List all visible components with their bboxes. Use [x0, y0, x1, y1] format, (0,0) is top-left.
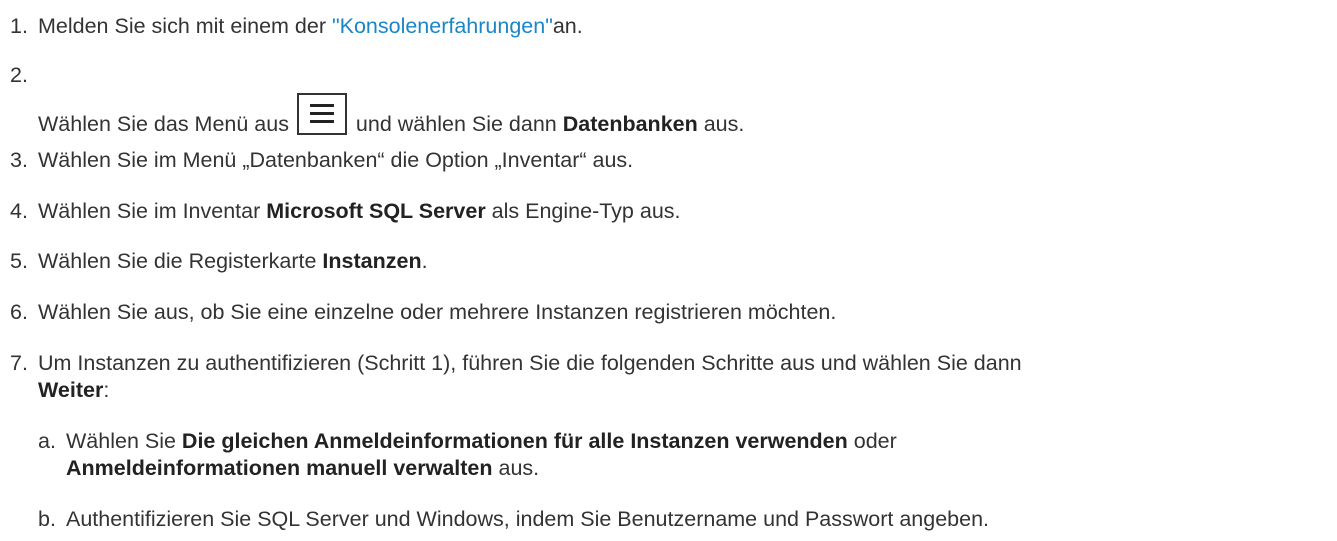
step-7: 7. Um Instanzen zu authentifizieren (Schr… [10, 350, 1022, 376]
step-text: als Engine-Typ aus. [485, 199, 681, 223]
step-number: 7. [10, 351, 28, 375]
step-text: . [421, 249, 428, 273]
substep-bold-text: Anmeldeinformationen manuell verwalten [66, 456, 493, 480]
console-experiences-link[interactable]: "Konsolenerfahrungen" [332, 14, 553, 38]
step-6: 6. Wählen Sie aus, ob Sie eine einzelne o… [10, 299, 836, 325]
step-text: : [103, 378, 110, 402]
step-bold-text: Datenbanken [562, 112, 698, 136]
substep-a: a. Wählen Sie Die gleichen Anmeldeinforma… [38, 428, 897, 454]
step-number: 5. [10, 249, 28, 273]
step-text: aus. [697, 112, 745, 136]
substep-bold-text: Die gleichen Anmeldeinformationen für al… [181, 429, 848, 453]
substep-b: b. Authentifizieren Sie SQL Server und Wi… [38, 506, 989, 532]
step-7-continued: Weiter: [10, 377, 109, 403]
substep-number: b. [38, 507, 56, 531]
step-number: 4. [10, 199, 28, 223]
substep-text: aus. [492, 456, 540, 480]
step-bold-text: Weiter [38, 378, 104, 402]
step-number: 1. [10, 14, 28, 38]
hamburger-menu-icon [296, 93, 347, 135]
substep-text: oder [847, 429, 897, 453]
step-4: 4. Wählen Sie im Inventar Microsoft SQL S… [10, 198, 681, 224]
substep-number: a. [38, 429, 56, 453]
step-text: an. [552, 14, 583, 38]
step-text: Wählen Sie das Menü aus [38, 112, 295, 136]
step-text: Wählen Sie im Menü „Datenbanken“ die Opt… [38, 148, 634, 172]
step-3: 3. Wählen Sie im Menü „Datenbanken“ die O… [10, 147, 633, 173]
substep-text: Wählen Sie [66, 429, 182, 453]
step-text: Melden Sie sich mit einem der [38, 14, 332, 38]
step-2-number: 2. [10, 62, 38, 88]
step-5: 5. Wählen Sie die Registerkarte Instanzen… [10, 248, 428, 274]
step-number: 2. [10, 63, 28, 87]
step-2: Wählen Sie das Menü aus und wählen Sie d… [10, 93, 744, 137]
substep-text: Authentifizieren Sie SQL Server und Wind… [66, 507, 990, 531]
step-text: Wählen Sie die Registerkarte [38, 249, 323, 273]
step-1: 1. Melden Sie sich mit einem der "Konsole… [10, 13, 583, 39]
step-text: Wählen Sie aus, ob Sie eine einzelne ode… [38, 300, 837, 324]
step-text: Um Instanzen zu authentifizieren (Schrit… [38, 351, 1022, 375]
step-number: 6. [10, 300, 28, 324]
step-text: und wählen Sie dann [349, 112, 563, 136]
step-bold-text: Microsoft SQL Server [266, 199, 486, 223]
step-text: Wählen Sie im Inventar [38, 199, 267, 223]
step-bold-text: Instanzen [322, 249, 422, 273]
substep-a-continued: Anmeldeinformationen manuell verwalten a… [38, 455, 539, 481]
step-number: 3. [10, 148, 28, 172]
